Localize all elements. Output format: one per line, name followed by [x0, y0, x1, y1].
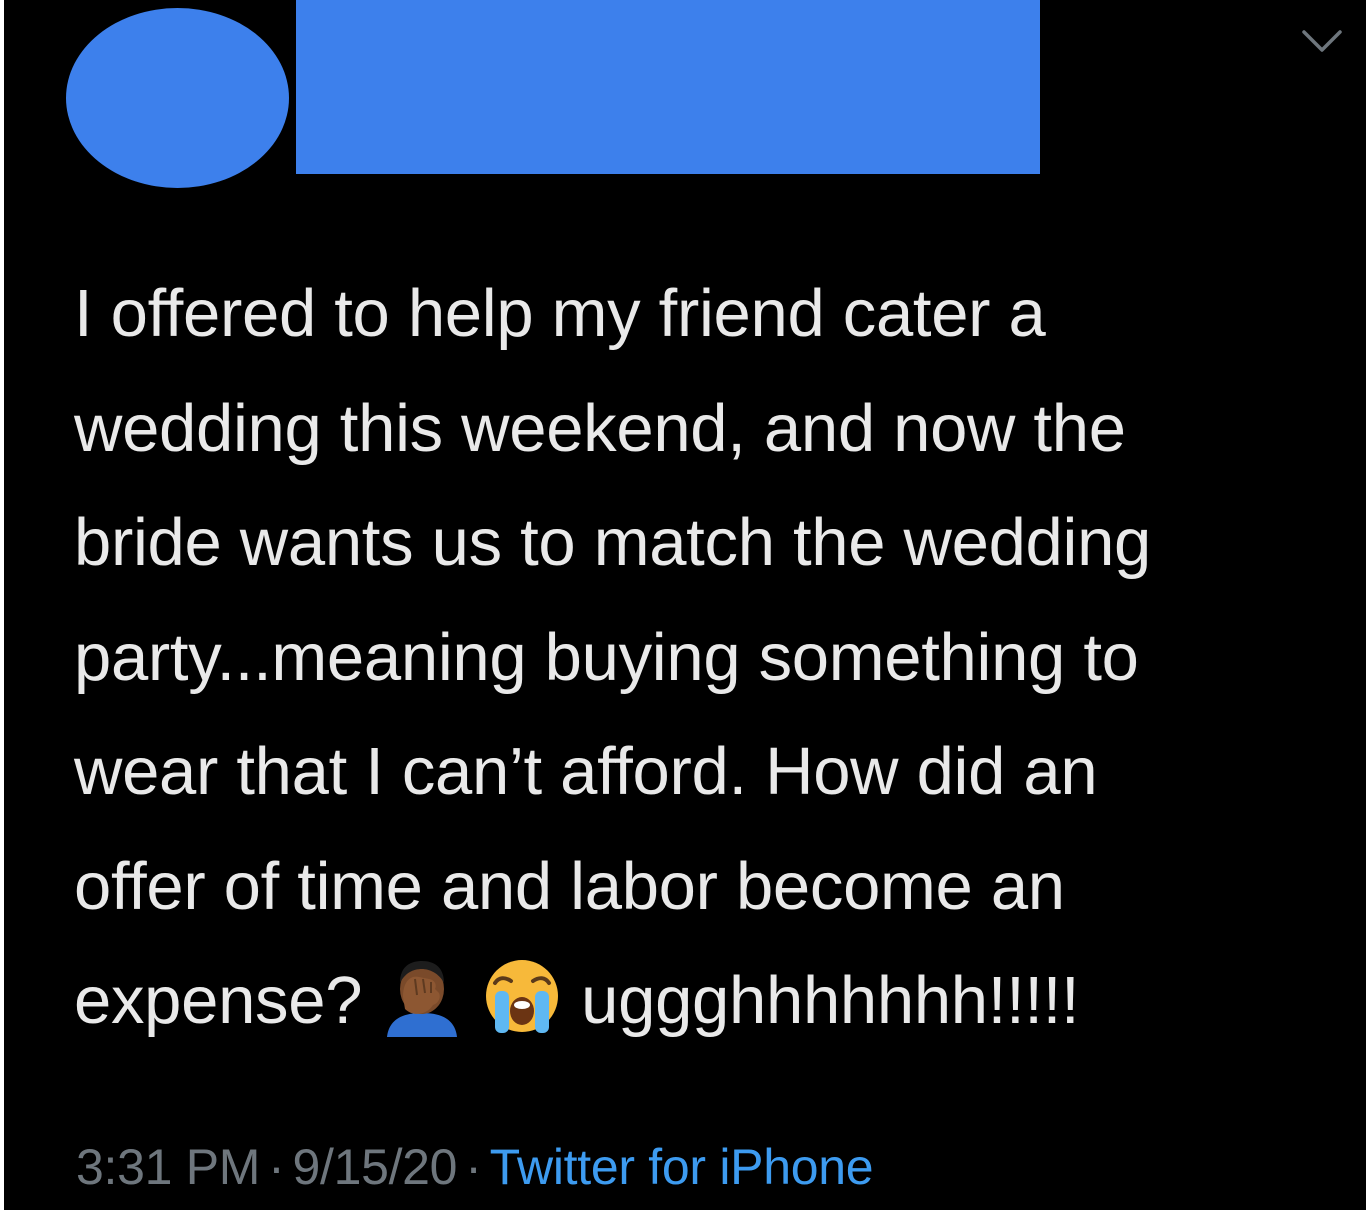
- tweet-text-line: bride wants us to match the wedding: [74, 505, 1152, 580]
- tweet-meta: 3:31 PM · 9/15/20 · Twitter for iPhone: [76, 1135, 874, 1199]
- tweet-text-segment: uggghhhhhhh!!!!!: [581, 963, 1080, 1038]
- loudly-crying-face-icon: [481, 955, 563, 1037]
- tweet-date[interactable]: 9/15/20: [292, 1139, 457, 1195]
- avatar[interactable]: [66, 8, 289, 188]
- tweet-time[interactable]: 3:31 PM: [76, 1139, 260, 1195]
- tweet-text-segment: expense?: [74, 963, 363, 1038]
- tweet-text-line: wear that I can’t afford. How did an: [74, 734, 1098, 809]
- tweet-text-line: wedding this weekend, and now the: [74, 390, 1126, 466]
- redacted-username[interactable]: [296, 0, 1040, 174]
- man-facepalming-icon: [381, 955, 463, 1037]
- tweet-card: I offered to help my friend cater a wedd…: [4, 0, 1366, 1210]
- tweet-text-line: I offered to help my friend cater a: [74, 276, 1046, 351]
- tweet-text-line: offer of time and labor become an: [74, 848, 1065, 924]
- meta-separator: ·: [465, 1139, 482, 1195]
- chevron-down-icon[interactable]: [1298, 22, 1346, 58]
- tweet-text: I offered to help my friend cater a wedd…: [74, 257, 1344, 1059]
- tweet-text-line-last: expense? uggghhhhhhh!!!!!: [74, 944, 1344, 1059]
- tweet-source-link[interactable]: Twitter for iPhone: [490, 1139, 874, 1195]
- meta-separator: ·: [268, 1139, 285, 1195]
- tweet-text-line: party...meaning buying something to: [74, 619, 1139, 695]
